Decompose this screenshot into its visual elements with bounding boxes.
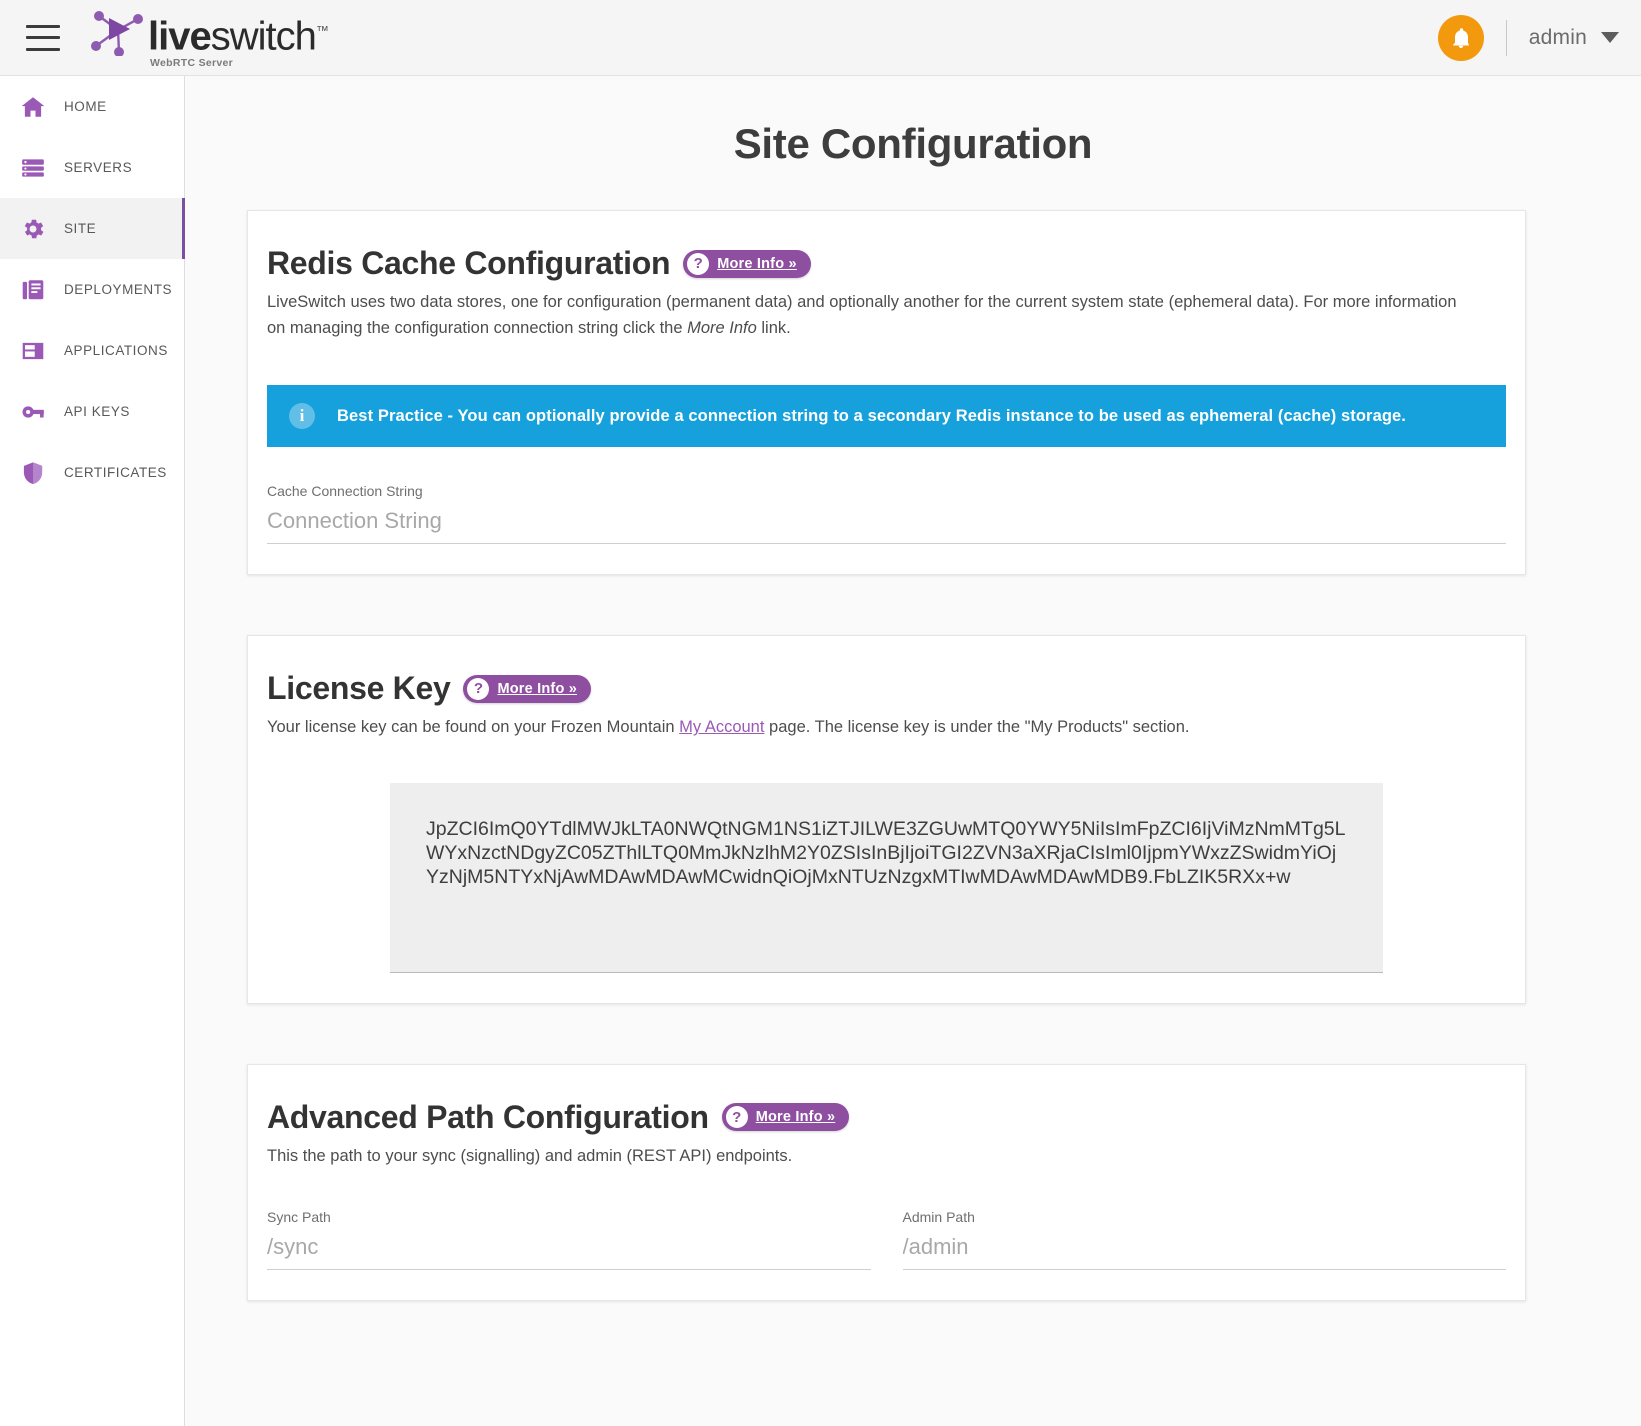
- license-more-info-button[interactable]: ? More Info »: [463, 674, 592, 703]
- sidebar-item-label: API KEYS: [64, 404, 130, 419]
- advanced-more-info-button[interactable]: ? More Info »: [721, 1103, 850, 1132]
- bell-icon[interactable]: [1437, 14, 1484, 61]
- logo-word-switch: switch: [210, 14, 317, 59]
- logo-word-live: live: [148, 14, 212, 59]
- hamburger-line: [26, 24, 60, 28]
- redis-card-description: LiveSwitch uses two data stores, one for…: [267, 290, 1472, 341]
- redis-desc-part1: LiveSwitch uses two data stores, one for…: [267, 293, 1457, 337]
- window-layout-icon: [18, 336, 48, 366]
- shield-icon: [18, 458, 48, 488]
- my-account-link[interactable]: My Account: [679, 718, 764, 736]
- redis-desc-part2: link.: [756, 318, 791, 337]
- hamburger-menu-icon[interactable]: [26, 24, 60, 51]
- sidebar-item-certificates[interactable]: CERTIFICATES: [0, 442, 184, 503]
- sidebar-item-label: APPLICATIONS: [64, 343, 168, 358]
- redis-more-info-button[interactable]: ? More Info »: [683, 249, 811, 278]
- license-card-description: Your license key can be found on your Fr…: [267, 715, 1472, 741]
- logo-subtitle: WebRTC Server: [150, 56, 234, 69]
- more-info-label: More Info »: [497, 680, 578, 697]
- license-card-title: License Key: [267, 670, 451, 707]
- best-practice-banner-text: Best Practice - You can optionally provi…: [337, 406, 1406, 425]
- license-key-textarea[interactable]: JpZCI6ImQ0YTdlMWJkLTA0NWQtNGM1NS1iZTJILW…: [390, 782, 1383, 973]
- redis-cache-configuration-card: Redis Cache Configuration ? More Info » …: [247, 210, 1526, 576]
- advanced-card-header: Advanced Path Configuration ? More Info …: [267, 1099, 1506, 1136]
- hamburger-line: [26, 47, 60, 51]
- sync-path-label: Sync Path: [267, 1209, 331, 1226]
- question-mark-icon: ?: [467, 677, 490, 700]
- servers-icon: [18, 153, 48, 183]
- sidebar-item-site[interactable]: SITE: [0, 198, 185, 259]
- sidebar-item-home[interactable]: HOME: [0, 76, 184, 137]
- info-icon: i: [289, 403, 315, 430]
- app-root: liveswitch™ WebRTC Server admin HOME SER…: [0, 0, 1641, 1426]
- cache-connection-string-label: Cache Connection String: [267, 483, 423, 500]
- body-container: HOME SERVERS SITE DEPLOYMENTS APPLICATIO…: [0, 76, 1641, 1426]
- documents-icon: [18, 275, 48, 305]
- license-desc-part1: Your license key can be found on your Fr…: [267, 718, 680, 737]
- sidebar-item-label: CERTIFICATES: [64, 465, 167, 480]
- redis-desc-italic: More Info: [687, 318, 757, 337]
- license-desc-part2: page. The license key is under the "My P…: [764, 718, 1190, 737]
- more-info-label: More Info »: [717, 255, 797, 272]
- sidebar-item-api-keys[interactable]: API KEYS: [0, 381, 184, 442]
- header-divider: [1505, 19, 1507, 56]
- liveswitch-logo-text: liveswitch™ WebRTC Server: [148, 12, 329, 69]
- advanced-card-description: This the path to your sync (signalling) …: [267, 1146, 793, 1165]
- question-mark-icon: ?: [687, 252, 710, 275]
- key-icon: [18, 397, 48, 427]
- cache-connection-string-input[interactable]: [267, 506, 1506, 545]
- sidebar-item-label: SERVERS: [64, 160, 133, 175]
- sidebar-item-label: DEPLOYMENTS: [64, 282, 173, 297]
- license-card-header: License Key ? More Info »: [267, 670, 1506, 707]
- sync-path-input[interactable]: [267, 1232, 871, 1271]
- gear-icon: [18, 214, 48, 244]
- sidebar-nav: HOME SERVERS SITE DEPLOYMENTS APPLICATIO…: [0, 76, 185, 1426]
- sidebar-item-servers[interactable]: SERVERS: [0, 137, 184, 198]
- question-mark-icon: ?: [725, 1106, 748, 1129]
- sidebar-item-deployments[interactable]: DEPLOYMENTS: [0, 259, 184, 320]
- logo-wordmark: liveswitch™: [148, 12, 329, 57]
- admin-path-label: Admin Path: [902, 1209, 975, 1226]
- user-menu-label[interactable]: admin: [1529, 26, 1587, 50]
- bell-icon-glyph: [1452, 27, 1469, 48]
- cache-connection-string-field: Cache Connection String: [267, 483, 1506, 545]
- header-right-controls: admin: [1437, 14, 1619, 61]
- sidebar-item-applications[interactable]: APPLICATIONS: [0, 320, 184, 381]
- logo-trademark: ™: [315, 23, 329, 39]
- liveswitch-logo[interactable]: liveswitch™ WebRTC Server: [90, 6, 329, 69]
- sync-path-field: Sync Path: [267, 1209, 871, 1271]
- advanced-card-title: Advanced Path Configuration: [267, 1098, 709, 1135]
- admin-path-field: Admin Path: [902, 1209, 1506, 1271]
- license-key-card: License Key ? More Info » Your license k…: [247, 635, 1526, 1004]
- admin-path-input[interactable]: [902, 1232, 1506, 1271]
- main-content: Site Configuration Redis Cache Configura…: [185, 76, 1641, 1426]
- advanced-path-configuration-card: Advanced Path Configuration ? More Info …: [247, 1063, 1526, 1302]
- license-key-value: JpZCI6ImQ0YTdlMWJkLTA0NWQtNGM1NS1iZTJILW…: [426, 817, 1346, 889]
- home-icon: [18, 92, 48, 122]
- path-fields-row: Sync Path Admin Path: [267, 1209, 1506, 1271]
- sidebar-item-label: HOME: [64, 99, 107, 114]
- hamburger-line: [26, 36, 60, 39]
- sidebar-item-label: SITE: [64, 221, 97, 236]
- top-header-bar: liveswitch™ WebRTC Server admin: [0, 0, 1641, 76]
- redis-card-header: Redis Cache Configuration ? More Info »: [267, 245, 1506, 282]
- liveswitch-logo-mark: [91, 11, 143, 57]
- more-info-label: More Info »: [755, 1109, 836, 1126]
- chevron-down-icon[interactable]: [1601, 32, 1619, 43]
- best-practice-banner: i Best Practice - You can optionally pro…: [267, 385, 1506, 448]
- redis-card-title: Redis Cache Configuration: [267, 245, 671, 281]
- page-title: Site Configuration: [733, 120, 1093, 167]
